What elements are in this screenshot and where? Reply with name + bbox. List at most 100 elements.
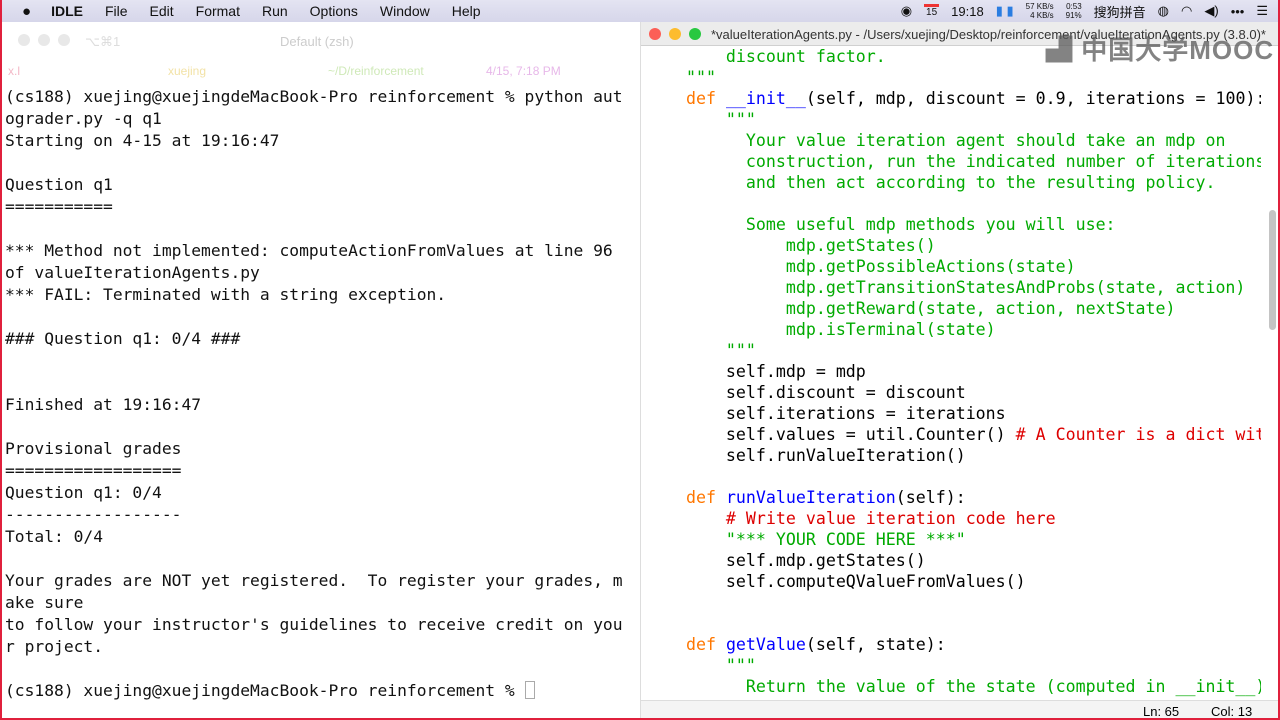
terminal-line: Provisional grades [5, 439, 182, 458]
status-bar: Ln: 65 Col: 13 [641, 700, 1280, 720]
code-token: self.values = util.Counter() [646, 425, 1016, 444]
more-icon[interactable]: ••• [1231, 4, 1245, 19]
window-controls [18, 34, 70, 46]
code-line: mdp.getStates() [646, 235, 1261, 256]
code-line: self.runValueIteration() [646, 445, 1261, 466]
battery-time: 0:53 [1066, 2, 1082, 11]
code-line: Your value iteration agent should take a… [646, 130, 1261, 151]
net-down: 4 KB/s [1030, 11, 1054, 20]
terminal-window: ⌥⌘1 Default (zsh) x.l xuejing ~/D/reinfo… [0, 22, 640, 720]
code-token: def [646, 89, 726, 108]
code-line: """ [646, 67, 1261, 88]
terminal-line: Question q1: 0/4 [5, 483, 162, 502]
code-token: # Write value iteration code here [646, 509, 1056, 528]
close-button[interactable] [18, 34, 30, 46]
terminal-line: ------------------ [5, 505, 182, 524]
code-token: Some useful mdp methods you will use: [646, 215, 1116, 234]
code-editor[interactable]: discount factor. """ def __init__(self, … [646, 46, 1261, 701]
column-number: Col: 13 [1211, 704, 1253, 719]
code-token: mdp.isTerminal(state) [646, 320, 996, 339]
terminal-line: *** Method not implemented: computeActio… [5, 241, 613, 260]
code-token: """ [646, 341, 756, 360]
terminal-titlebar: ⌥⌘1 Default (zsh) x.l xuejing ~/D/reinfo… [0, 22, 640, 78]
terminal-line: =========== [5, 197, 113, 216]
code-token: self.mdp = mdp [646, 362, 866, 381]
terminal-line: ograder.py -q q1 [5, 109, 162, 128]
zoom-button[interactable] [58, 34, 70, 46]
ime-indicator[interactable]: 搜狗拼音 [1094, 2, 1146, 21]
menu-options[interactable]: Options [310, 3, 358, 19]
calendar-icon[interactable]: 15 [924, 4, 940, 18]
zoom-button[interactable] [689, 28, 701, 40]
terminal-line: ake sure [5, 593, 84, 612]
menu-window[interactable]: Window [380, 3, 430, 19]
terminal-line: ### Question q1: 0/4 ### [5, 329, 241, 348]
close-button[interactable] [649, 28, 661, 40]
status-tray: ◉ 15 19:18 ▮ ▮ 57 KB/s 4 KB/s 0:53 91% 搜狗拼… [901, 0, 1268, 22]
code-token: (self): [895, 488, 966, 507]
code-token: self.runValueIteration() [646, 446, 966, 465]
shortcut-label: ⌥⌘1 [85, 34, 121, 49]
code-token: self.discount = discount [646, 383, 966, 402]
code-token: mdp.getPossibleActions(state) [646, 257, 1076, 276]
minimize-button[interactable] [38, 34, 50, 46]
net-up: 57 KB/s [1025, 2, 1054, 11]
terminal-line: Starting on 4-15 at 19:16:47 [5, 131, 280, 150]
code-token: """ [646, 68, 716, 87]
code-token: (self, state): [805, 635, 946, 654]
terminal-line: ================== [5, 461, 182, 480]
menu-edit[interactable]: Edit [150, 3, 174, 19]
terminal-line: Total: 0/4 [5, 527, 104, 546]
app-icon[interactable]: ◍ [1158, 3, 1169, 19]
code-token: __init__ [725, 89, 806, 108]
menu-app-idle[interactable]: IDLE [51, 3, 83, 19]
terminal-output[interactable]: (cs188) xuejing@xuejingdeMacBook-Pro rei… [5, 86, 623, 702]
clock[interactable]: 19:18 [951, 4, 984, 19]
cpu-meter-icon: ▮ ▮ [995, 3, 1014, 18]
code-token: """ [646, 110, 756, 129]
apple-icon[interactable]: ● [22, 3, 31, 20]
code-token: """ [646, 656, 756, 675]
menu-help[interactable]: Help [452, 3, 481, 19]
time-label: 4/15, 7:18 PM [486, 64, 561, 78]
terminal-title: Default (zsh) [280, 34, 354, 49]
terminal-line: Question q1 [5, 175, 113, 194]
terminal-line: (cs188) xuejing@xuejingdeMacBook-Pro rei… [5, 87, 623, 106]
line-number: Ln: 65 [1143, 704, 1180, 719]
code-line: "*** YOUR CODE HERE ***" [646, 529, 1261, 550]
code-token: def [646, 635, 726, 654]
code-token: and then act according to the resulting … [646, 173, 1216, 192]
code-line: self.computeQValueFromValues() [646, 571, 1261, 592]
obs-icon[interactable]: ◉ [901, 3, 912, 19]
window-controls [649, 28, 701, 40]
code-line: def __init__(self, mdp, discount = 0.9, … [646, 88, 1261, 109]
dir-label: ~/D/reinforcement [328, 64, 424, 78]
battery[interactable]: 0:53 91% [1066, 2, 1082, 20]
menu-run[interactable]: Run [262, 3, 288, 19]
wifi-icon[interactable]: ◠ [1181, 3, 1192, 19]
vertical-scrollbar[interactable] [1269, 210, 1276, 330]
user-label: xuejing [168, 64, 207, 78]
code-line: self.discount = discount [646, 382, 1261, 403]
code-token: Your value iteration agent should take a… [646, 131, 1226, 150]
terminal-line: Your grades are NOT yet registered. To r… [5, 571, 623, 590]
code-token: runValueIteration [725, 488, 896, 507]
terminal-infobar: x.l xuejing ~/D/reinforcement 4/15, 7:18… [0, 64, 640, 78]
terminal-line: of valueIterationAgents.py [5, 263, 260, 282]
code-token: self.mdp.getStates() [646, 551, 926, 570]
code-line: mdp.isTerminal(state) [646, 319, 1261, 340]
code-line: """ [646, 655, 1261, 676]
notification-center-icon[interactable]: ☰ [1256, 3, 1268, 19]
menu-format[interactable]: Format [196, 3, 240, 19]
volume-icon[interactable]: ◀) [1204, 3, 1218, 19]
menu-file[interactable]: File [105, 3, 128, 19]
minimize-button[interactable] [669, 28, 681, 40]
code-token: self.computeQValueFromValues() [646, 572, 1026, 591]
terminal-line: (cs188) xuejing@xuejingdeMacBook-Pro rei… [5, 680, 623, 702]
